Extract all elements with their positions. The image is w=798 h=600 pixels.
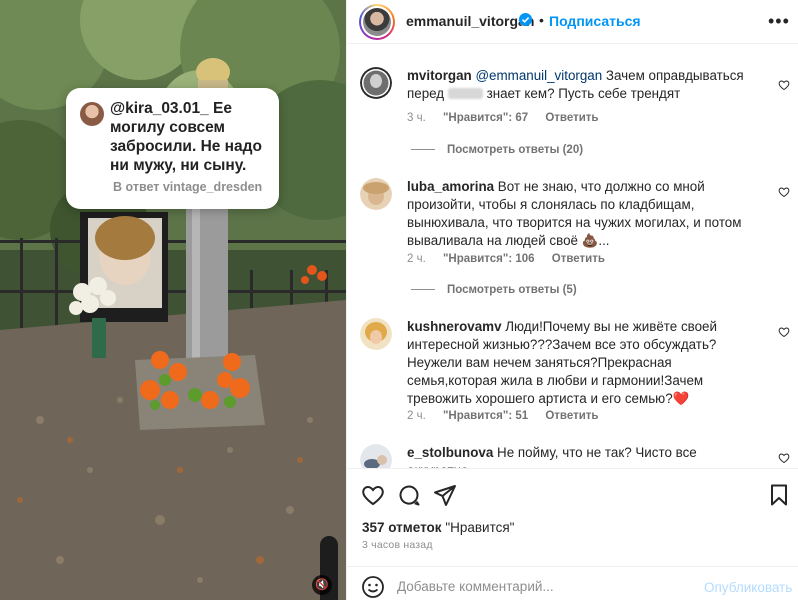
view-replies-label: Посмотреть ответы (20) [447,144,584,156]
comment-time: 2 ч. [407,253,426,265]
reply-button[interactable]: Ответить [552,253,605,265]
verified-badge-icon [519,13,532,26]
emoji-icon[interactable] [361,575,385,599]
likes-number: 357 отметок [362,520,442,535]
comment-meta: 3 ч. "Нравится": 67 Ответить [407,112,613,124]
comment-likes[interactable]: "Нравится": 51 [443,410,528,422]
send-icon[interactable] [433,483,457,507]
likes-count[interactable]: 357 отметок "Нравится" [362,520,514,535]
comment-likes[interactable]: "Нравится": 106 [443,253,535,265]
comment-input[interactable] [397,576,697,596]
comment-like-heart-icon[interactable] [778,186,790,198]
comment-mention[interactable]: @emmanuil_vitorgan [475,68,602,83]
comment-like-heart-icon[interactable] [778,79,790,91]
comment-time: 3 ч. [407,112,426,124]
bookmark-icon[interactable] [767,483,791,507]
post-timestamp[interactable]: 3 часов назад [362,539,433,551]
reply-avatar [80,102,104,126]
comment-meta: 2 ч. "Нравится": 106 Ответить [407,253,619,265]
likes-suffix: "Нравится" [441,520,515,535]
post-media[interactable]: @kira_03.01_ Ее могилу совсем забросили.… [0,0,346,600]
comment-avatar[interactable] [360,67,392,99]
reply-sticker-text: @kira_03.01_ Ее могилу совсем забросили.… [110,99,270,175]
heart-icon[interactable] [361,483,385,507]
comment-like-heart-icon[interactable] [778,452,790,464]
separator-dot: • [539,12,544,28]
publish-button[interactable]: Опубликовать [704,580,792,595]
post-sidebar: emmanuil_vitorgan • Подписаться ••• mvit… [346,0,798,600]
comments-list[interactable]: mvitorgan @emmanuil_vitorgan Зачем оправ… [347,45,798,468]
comment-like-heart-icon[interactable] [778,326,790,338]
speaker-muted-icon[interactable]: 🔇 [312,575,332,595]
author-avatar[interactable] [359,4,395,40]
view-replies-label: Посмотреть ответы (5) [447,284,577,296]
author-username[interactable]: emmanuil_vitorgan [406,13,534,29]
comment-username[interactable]: kushnerovamv [407,319,502,334]
comment-username[interactable]: mvitorgan [407,68,472,83]
comment-avatar[interactable] [360,318,392,350]
add-comment-bar: Опубликовать [347,566,798,600]
view-replies-button[interactable]: Посмотреть ответы (20) [411,144,583,156]
comment-time: 2 ч. [407,410,426,422]
comment-bubble-icon[interactable] [397,483,421,507]
comment-text-part: знает кем? Пусть себе трендят [482,86,681,101]
comment-likes[interactable]: "Нравится": 67 [443,112,528,124]
comment-text: luba_amorina Вот не знаю, что должно со … [407,178,763,250]
comment-username[interactable]: e_stolbunova [407,445,493,460]
comment-text: kushnerovamv Люди!Почему вы не живёте св… [407,318,763,408]
follow-button[interactable]: Подписаться [549,13,641,29]
post-actions [347,468,798,512]
view-replies-button[interactable]: Посмотреть ответы (5) [411,284,577,296]
blurred-word [447,88,483,99]
comment-meta: 2 ч. "Нравится": 51 Ответить [407,410,613,422]
reply-to-label: В ответ vintage_dresden [113,180,263,194]
reply-button[interactable]: Ответить [545,410,598,422]
comment-avatar[interactable] [360,444,392,468]
comment-text: mvitorgan @emmanuil_vitorgan Зачем оправ… [407,67,763,103]
comment-text: e_stolbunova Не пойму, что не так? Чисто… [407,444,763,468]
reply-handle: @kira_03.01_ [110,100,209,117]
comment-username[interactable]: luba_amorina [407,179,494,194]
reply-button[interactable]: Ответить [545,112,598,124]
more-options-icon[interactable]: ••• [768,11,790,32]
reply-sticker[interactable]: @kira_03.01_ Ее могилу совсем забросили.… [66,88,279,209]
post-header: emmanuil_vitorgan • Подписаться ••• [347,0,798,44]
comment-avatar[interactable] [360,178,392,210]
